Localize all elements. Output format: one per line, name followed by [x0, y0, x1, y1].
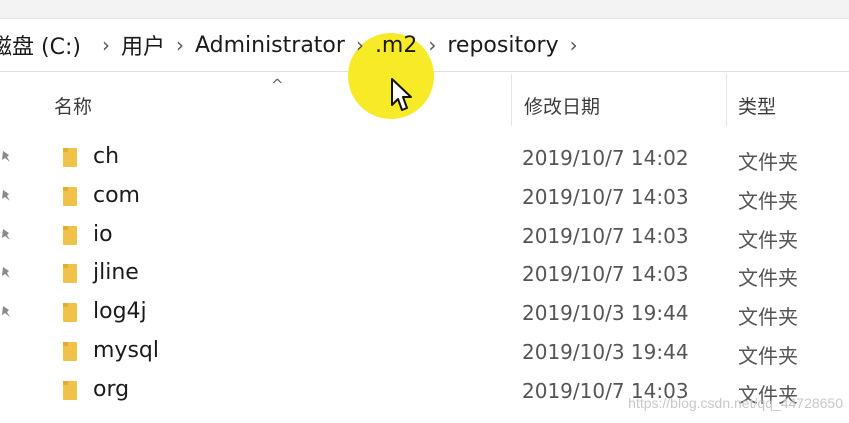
chevron-right-icon[interactable]: › [91, 33, 121, 57]
sort-ascending-icon: ^ [271, 76, 284, 94]
file-type: 文件夹 [738, 188, 798, 213]
breadcrumb-users[interactable]: 用户 [121, 29, 165, 61]
file-type: 文件夹 [738, 343, 798, 368]
folder-icon [63, 303, 77, 323]
chevron-right-icon[interactable]: › [559, 33, 589, 57]
file-type: 文件夹 [738, 227, 798, 252]
chevron-right-icon[interactable]: › [345, 33, 375, 57]
pin-icon [2, 189, 10, 201]
file-date: 2019/10/7 14:03 [522, 262, 689, 287]
column-header-name[interactable]: 名称 [54, 92, 92, 119]
column-divider[interactable] [511, 74, 512, 126]
file-type: 文件夹 [738, 305, 798, 330]
list-item[interactable]: jline 2019/10/7 14:03 文件夹 [0, 254, 849, 293]
address-bar[interactable]: 磁盘 (C:) › 用户 › Administrator › .m2 › rep… [0, 19, 849, 119]
folder-icon [63, 225, 77, 245]
chevron-right-icon[interactable]: › [417, 33, 447, 57]
pin-icon [2, 306, 10, 318]
folder-icon [63, 186, 77, 206]
file-date: 2019/10/7 14:03 [522, 223, 689, 248]
breadcrumb-repository[interactable]: repository [447, 33, 558, 58]
file-name: io [93, 221, 113, 247]
column-divider[interactable] [726, 74, 727, 126]
file-name: ch [93, 144, 120, 169]
file-date: 2019/10/3 19:44 [522, 301, 689, 326]
chevron-right-icon[interactable]: › [165, 33, 195, 57]
breadcrumb: 磁盘 (C:) › 用户 › Administrator › .m2 › rep… [0, 29, 589, 61]
file-date: 2019/10/7 14:03 [522, 184, 689, 209]
breadcrumb-administrator[interactable]: Administrator [195, 33, 345, 58]
pin-icon [2, 228, 10, 240]
breadcrumb-m2[interactable]: .m2 [375, 33, 417, 58]
pin-icon [2, 267, 10, 279]
file-type: 文件夹 [738, 266, 798, 291]
file-date: 2019/10/3 19:44 [522, 339, 689, 364]
file-type: 文件夹 [738, 150, 798, 174]
file-name: org [93, 376, 130, 402]
file-list: ch 2019/10/7 14:02 文件夹 com 2019/10/7 14:… [0, 138, 849, 410]
list-item[interactable]: com 2019/10/7 14:03 文件夹 [0, 177, 849, 216]
file-name: com [93, 182, 140, 208]
pin-icon [2, 151, 10, 162]
file-name: mysql [93, 337, 159, 363]
file-date: 2019/10/7 14:02 [522, 146, 689, 170]
folder-icon [63, 148, 77, 167]
watermark: https://blog.csdn.net/qq_44728650 [628, 395, 843, 411]
folder-icon [63, 380, 77, 400]
toolbar-band [0, 0, 849, 19]
list-item[interactable]: ch 2019/10/7 14:02 文件夹 [0, 138, 849, 177]
file-name: jline [93, 260, 139, 286]
folder-icon [63, 264, 77, 284]
column-header-type[interactable]: 类型 [738, 92, 776, 119]
list-item[interactable]: log4j 2019/10/3 19:44 文件夹 [0, 293, 849, 332]
breadcrumb-drive-c[interactable]: 磁盘 (C:) [0, 29, 81, 61]
list-item[interactable]: mysql 2019/10/3 19:44 文件夹 [0, 332, 849, 371]
file-name: log4j [93, 299, 147, 325]
list-item[interactable]: io 2019/10/7 14:03 文件夹 [0, 216, 849, 255]
column-header-date[interactable]: 修改日期 [524, 92, 600, 119]
mouse-cursor-icon [391, 78, 412, 111]
file-explorer-window: 磁盘 (C:) › 用户 › Administrator › .m2 › rep… [0, 0, 849, 423]
folder-icon [63, 341, 77, 361]
